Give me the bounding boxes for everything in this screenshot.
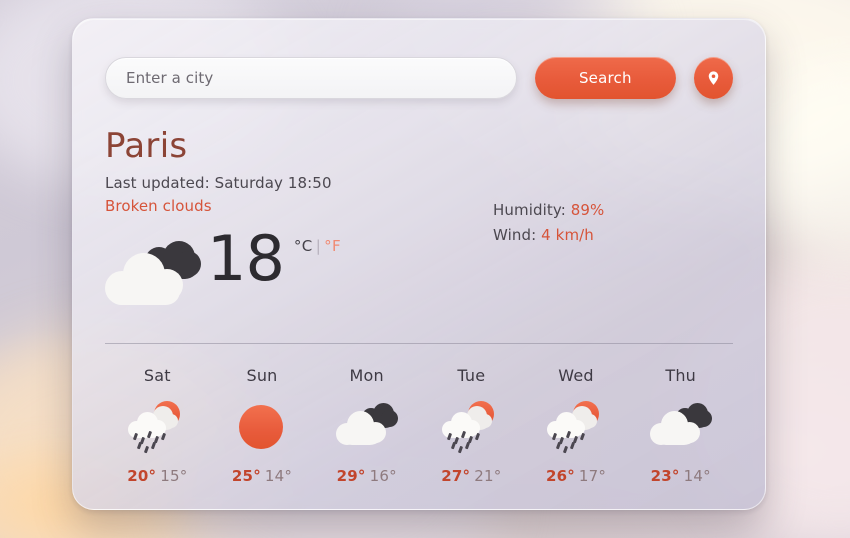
sun-shape: [239, 404, 283, 449]
wind-label: Wind:: [493, 226, 537, 244]
forecast-low: 17°: [578, 466, 607, 485]
search-input-placeholder: Enter a city: [126, 69, 214, 87]
section-divider: [105, 342, 733, 344]
weather-description: Broken clouds: [105, 196, 212, 215]
search-button-label: Search: [578, 69, 632, 87]
forecast-day-label: Wed: [558, 365, 594, 385]
forecast-low: 16°: [369, 466, 397, 485]
unit-celsius[interactable]: °C: [294, 237, 313, 255]
sun-icon: [231, 401, 293, 453]
forecast-day-label: Mon: [349, 365, 384, 385]
last-updated: Last updated: Saturday 18:50: [105, 173, 332, 192]
forecast-day-wed: Wed 26° 17°: [524, 366, 629, 485]
forecast-low: 14°: [264, 466, 293, 485]
sun-cloud-rain-icon: [545, 400, 607, 453]
forecast-temps: 25° 14°: [232, 467, 292, 485]
wind-row: Wind: 4 km/h: [493, 226, 604, 244]
humidity-label: Humidity:: [493, 201, 566, 219]
forecast-temps: 29° 16°: [337, 467, 397, 485]
light-cloud-shape: [649, 410, 700, 445]
sun-cloud-rain-icon: [440, 400, 502, 453]
map-pin-icon: [708, 70, 719, 85]
forecast-temps: 26° 17°: [546, 467, 606, 485]
forecast-day-tue: Tue 27° 21°: [419, 366, 524, 485]
search-button[interactable]: Search: [535, 57, 676, 99]
forecast-high: 29°: [336, 466, 366, 485]
forecast-low: 15°: [160, 466, 188, 485]
current-weather: Paris Last updated: Saturday 18:50 Broke…: [105, 126, 733, 309]
unit-separator: |: [315, 236, 322, 255]
wind-value: 4 km/h: [541, 226, 594, 244]
forecast-day-label: Sun: [246, 365, 278, 385]
forecast-row: Sat 20° 15° Sun 25° 14° Mon 29° 16° Tue 27° 21° Wed 2…: [105, 366, 733, 485]
cloudy-icon: [649, 401, 712, 453]
forecast-high: 23°: [650, 466, 680, 485]
forecast-temps: 20° 15°: [127, 467, 187, 485]
forecast-high: 27°: [441, 466, 471, 485]
cloudy-icon: [335, 401, 398, 453]
weather-card: Enter a city Search Paris Last updated: …: [72, 18, 766, 510]
forecast-day-thu: Thu 23° 14°: [628, 366, 733, 485]
temperature-row: 18 °C | °F: [105, 221, 733, 309]
current-location-button[interactable]: [693, 57, 733, 99]
forecast-day-mon: Mon 29° 16°: [314, 366, 419, 485]
humidity-value: 89%: [570, 201, 605, 219]
unit-fahrenheit[interactable]: °F: [324, 237, 341, 255]
forecast-high: 25°: [231, 466, 261, 485]
forecast-high: 26°: [545, 466, 575, 485]
forecast-temps: 27° 21°: [441, 467, 501, 485]
forecast-low: 21°: [474, 466, 502, 485]
humidity-row: Humidity: 89%: [493, 201, 604, 219]
cloudy-icon: [105, 237, 205, 309]
unit-toggle[interactable]: °C | °F: [294, 237, 341, 255]
forecast-day-sun: Sun 25° 14°: [210, 366, 315, 485]
forecast-temps: 23° 14°: [651, 467, 711, 485]
sun-cloud-rain-icon: [126, 400, 188, 453]
light-cloud-shape: [105, 252, 183, 305]
search-row: Enter a city Search: [105, 57, 733, 99]
forecast-day-label: Sat: [143, 365, 171, 385]
forecast-high: 20°: [127, 466, 157, 485]
forecast-low: 14°: [683, 466, 711, 485]
forecast-day-label: Thu: [665, 365, 697, 385]
light-cloud-shape: [335, 410, 386, 445]
city-name: Paris: [105, 126, 188, 166]
forecast-day-label: Tue: [457, 365, 486, 385]
forecast-day-sat: Sat 20° 15°: [105, 366, 210, 485]
current-temperature: 18: [207, 221, 285, 295]
metrics-group: Humidity: 89% Wind: 4 km/h: [493, 201, 604, 251]
search-input[interactable]: Enter a city: [105, 57, 517, 99]
